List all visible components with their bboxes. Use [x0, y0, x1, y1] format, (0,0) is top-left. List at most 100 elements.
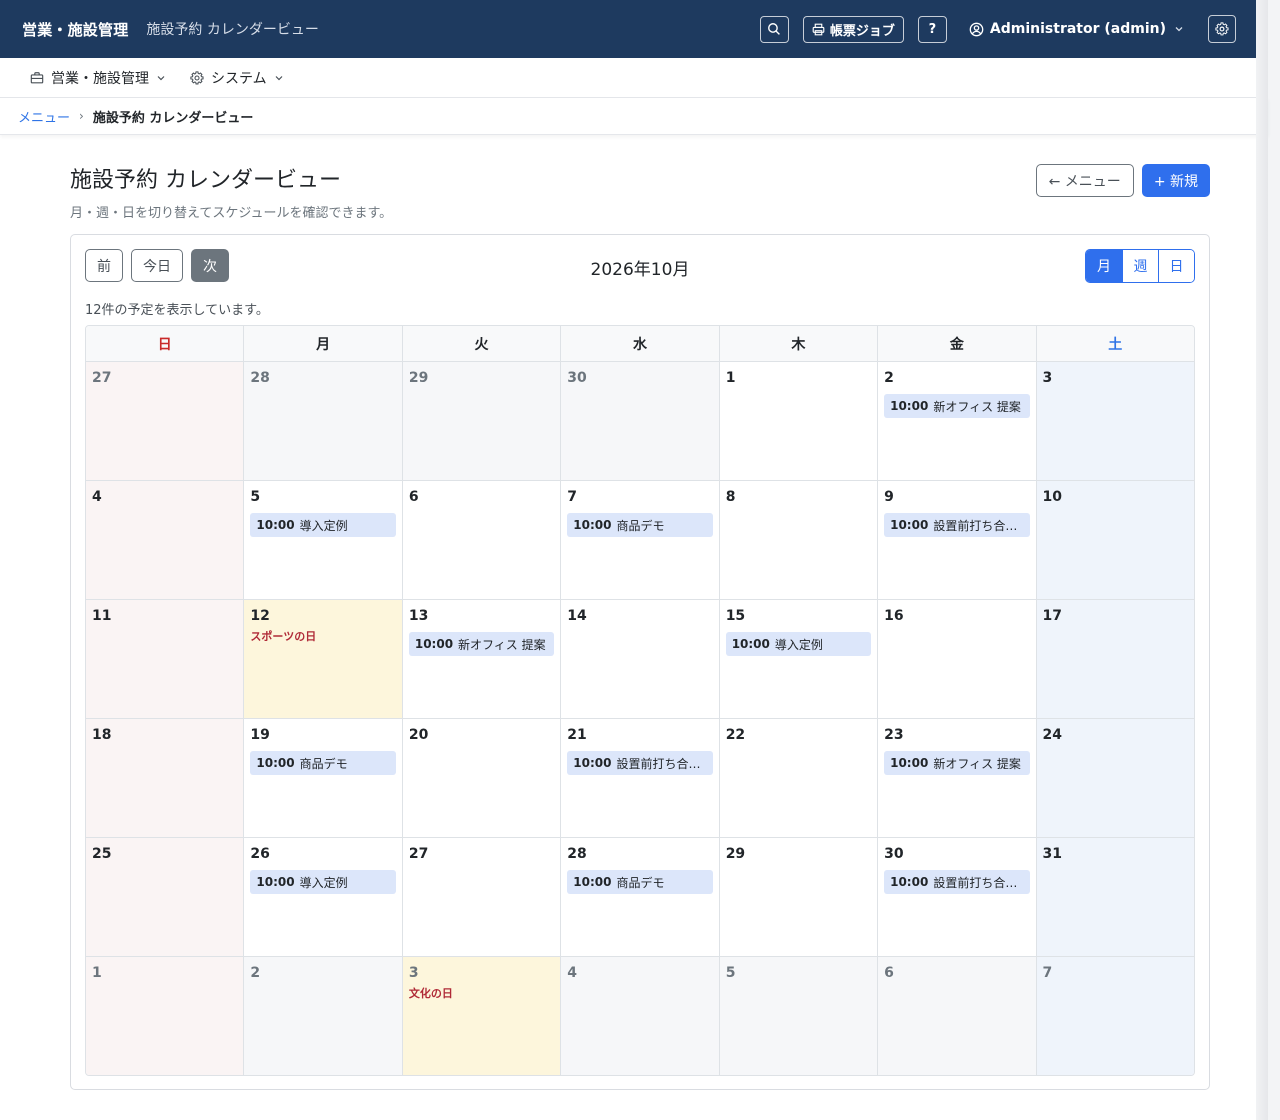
event-time: 10:00 [414, 637, 454, 651]
chevron-down-icon [156, 73, 166, 83]
user-menu[interactable]: Administrator (admin) [969, 21, 1184, 37]
day-cell[interactable]: 5 10:00 導入定例 [243, 481, 402, 599]
event-time: 10:00 [731, 637, 770, 651]
calendar-toolbar: 前 今日 次 2026年10月 月 週 日 [85, 249, 1195, 283]
day-number: 10 [1042, 489, 1063, 505]
event-chip[interactable]: 10:00 導入定例 [250, 513, 396, 537]
day-cell[interactable]: 28 10:00 商品デモ [560, 838, 719, 956]
day-cell[interactable]: 4 [560, 957, 719, 1075]
day-number: 16 [884, 608, 904, 624]
day-number: 17 [1042, 608, 1063, 624]
event-chip[interactable]: 10:00 設置前打ち合わ... [884, 513, 1030, 537]
day-cell[interactable]: 13 10:00 新オフィス 提案 [401, 600, 561, 718]
day-number: 30 [884, 846, 904, 862]
day-number: 23 [884, 727, 904, 743]
day-cell[interactable]: 28 [243, 362, 402, 480]
day-cell[interactable]: 16 [877, 600, 1036, 718]
day-cell[interactable]: 9 10:00 設置前打ち合わ... [877, 481, 1036, 599]
day-cell[interactable]: 20 [401, 719, 561, 837]
day-number: 27 [408, 846, 429, 862]
breadcrumb-menu-link[interactable]: メニュー [18, 107, 70, 126]
event-chip[interactable]: 10:00 商品デモ [567, 513, 713, 537]
day-cell[interactable]: 8 [718, 481, 878, 599]
day-cell[interactable]: 24 [1035, 719, 1194, 837]
day-cell[interactable]: 2 [243, 957, 402, 1075]
print-jobs-button[interactable]: 帳票ジョブ [802, 15, 904, 43]
day-cell[interactable]: 25 [86, 838, 244, 956]
event-time: 10:00 [890, 518, 929, 532]
view-day-button[interactable]: 日 [1158, 250, 1194, 282]
day-number: 2 [884, 370, 894, 386]
view-month-button[interactable]: 月 [1086, 250, 1122, 282]
day-cell[interactable]: 10 [1035, 481, 1194, 599]
event-chip[interactable]: 10:00 設置前打ち合わ... [567, 751, 713, 775]
day-cell[interactable]: 27 [86, 362, 244, 480]
event-time: 10:00 [890, 399, 929, 413]
month-title: 2026年10月 [590, 260, 690, 280]
weekday-wed: 水 [560, 326, 718, 361]
gear-icon [190, 70, 204, 85]
search-button[interactable] [759, 15, 789, 43]
day-cell[interactable]: 4 [86, 481, 244, 599]
day-cell[interactable]: 30 10:00 設置前打ち合わ... [877, 838, 1036, 956]
day-cell[interactable]: 17 [1035, 600, 1194, 718]
day-cell[interactable]: 23 10:00 新オフィス 提案 [877, 719, 1036, 837]
prev-button[interactable]: 前 [85, 249, 123, 282]
app-brand[interactable]: 営業・施設管理 [22, 19, 128, 40]
menu-sales-facility[interactable]: 営業・施設管理 [30, 68, 166, 88]
weekday-header: 日 月 火 水 木 金 土 [86, 326, 1194, 362]
day-cell[interactable]: 15 10:00 導入定例 [718, 600, 878, 718]
day-cell[interactable]: 6 [877, 957, 1036, 1075]
day-cell[interactable]: 2 10:00 新オフィス 提案 [877, 362, 1036, 480]
day-number: 26 [250, 846, 270, 862]
day-number: 12 [250, 608, 270, 624]
day-cell[interactable]: 7 10:00 商品デモ [560, 481, 719, 599]
day-cell[interactable]: 1 [86, 957, 244, 1075]
day-cell[interactable]: 31 [1035, 838, 1194, 956]
day-cell[interactable]: 5 [718, 957, 878, 1075]
back-to-menu-button[interactable]: ← メニュー [1035, 164, 1134, 197]
view-week-button[interactable]: 週 [1122, 250, 1158, 282]
event-time: 10:00 [573, 875, 612, 889]
day-cell[interactable]: 19 10:00 商品デモ [243, 719, 402, 837]
weekday-sat: 土 [1035, 326, 1194, 361]
help-button[interactable]: ? [917, 15, 947, 43]
day-cell[interactable]: 12 スポーツの日 [243, 600, 402, 718]
day-cell[interactable]: 7 [1035, 957, 1194, 1075]
event-chip[interactable]: 10:00 設置前打ち合わ... [884, 870, 1030, 894]
new-reservation-button[interactable]: + 新規 [1141, 164, 1210, 197]
day-cell[interactable]: 29 [401, 362, 561, 480]
day-cell[interactable]: 21 10:00 設置前打ち合わ... [560, 719, 719, 837]
day-cell[interactable]: 22 [718, 719, 878, 837]
event-chip[interactable]: 10:00 商品デモ [567, 870, 713, 894]
event-chip[interactable]: 10:00 導入定例 [250, 870, 396, 894]
day-number: 28 [567, 846, 587, 862]
today-button[interactable]: 今日 [131, 249, 183, 282]
day-cell[interactable]: 27 [401, 838, 561, 956]
event-chip[interactable]: 10:00 商品デモ [250, 751, 396, 775]
day-cell[interactable]: 29 [718, 838, 878, 956]
menu-system[interactable]: システム [190, 68, 284, 88]
day-cell[interactable]: 6 [401, 481, 561, 599]
settings-button[interactable] [1208, 15, 1236, 43]
app-page: 営業・施設管理 施設予約 カレンダービュー 帳票ジョブ ? Administra… [0, 0, 1268, 1120]
user-circle-icon [969, 22, 984, 37]
day-cell[interactable]: 11 [86, 600, 244, 718]
scrollbar-track[interactable] [1256, 0, 1268, 1120]
day-cell[interactable]: 3 文化の日 [401, 957, 561, 1075]
day-cell[interactable]: 26 10:00 導入定例 [243, 838, 402, 956]
day-number: 7 [1042, 965, 1053, 981]
day-cell[interactable]: 3 [1035, 362, 1194, 480]
day-cell[interactable]: 18 [86, 719, 244, 837]
day-number: 6 [408, 489, 419, 505]
next-button[interactable]: 次 [191, 249, 229, 282]
event-chip[interactable]: 10:00 新オフィス 提案 [884, 394, 1030, 418]
weekday-thu: 木 [718, 326, 877, 361]
event-chip[interactable]: 10:00 新オフィス 提案 [408, 632, 555, 656]
event-title: 設置前打ち合わ... [933, 875, 1024, 890]
day-cell[interactable]: 30 [560, 362, 719, 480]
event-chip[interactable]: 10:00 導入定例 [725, 632, 872, 656]
event-chip[interactable]: 10:00 新オフィス 提案 [884, 751, 1030, 775]
day-cell[interactable]: 14 [560, 600, 719, 718]
day-cell[interactable]: 1 [718, 362, 878, 480]
